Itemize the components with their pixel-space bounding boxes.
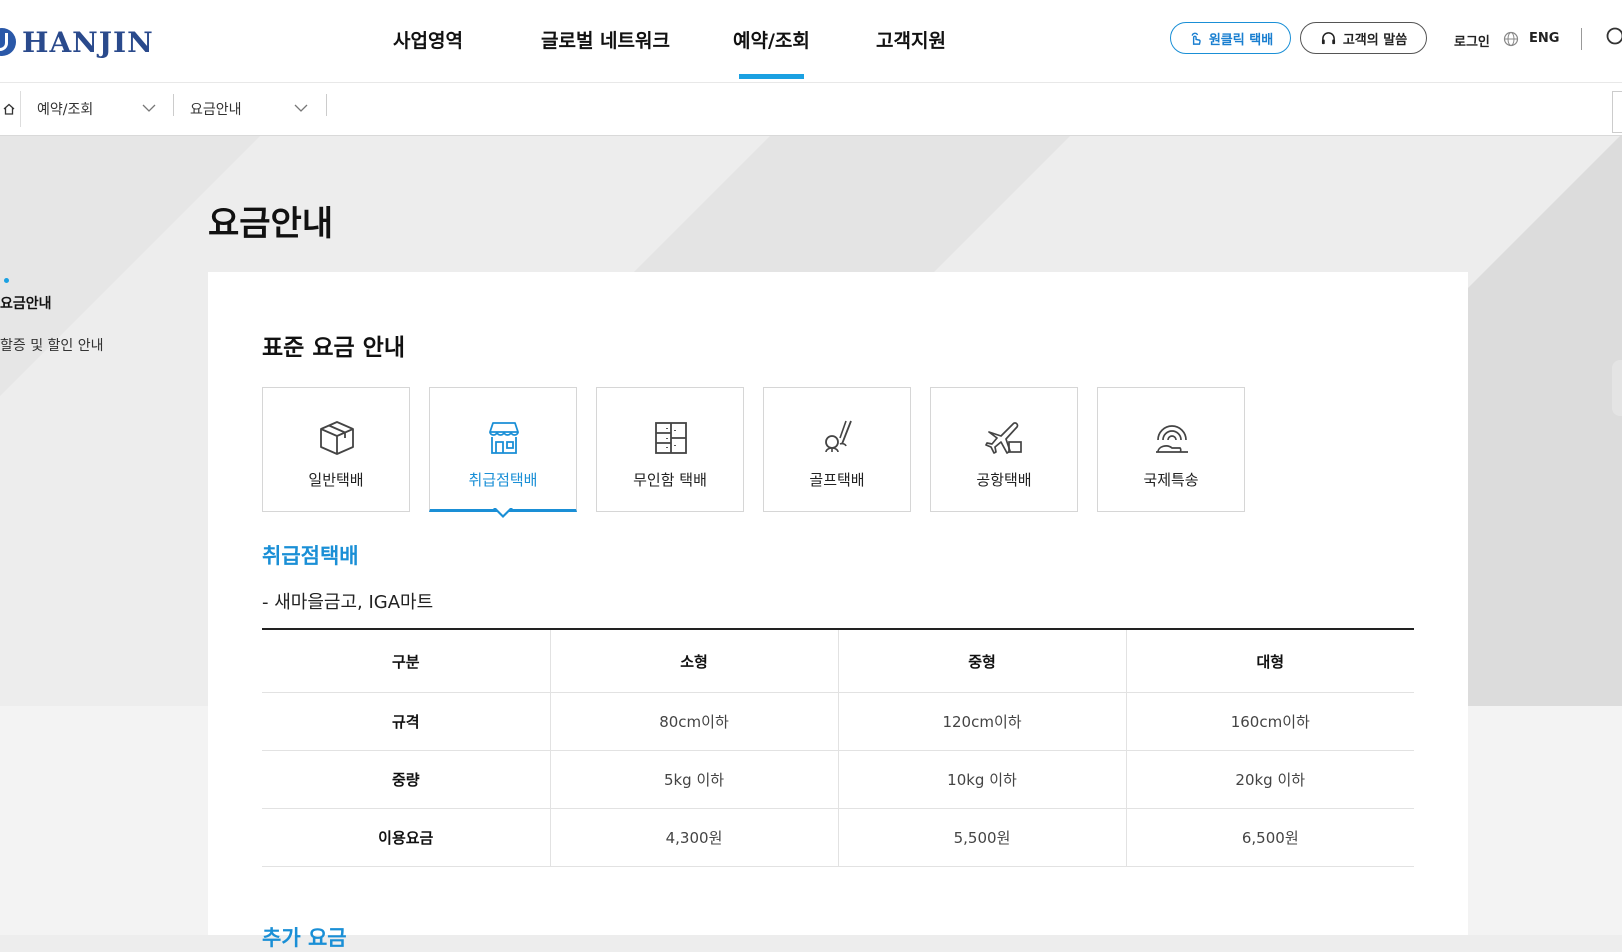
login-link[interactable]: 로그인 (1454, 31, 1490, 50)
tab-label: 일반택배 (263, 469, 409, 490)
table-cell: 20kg 이하 (1126, 751, 1414, 809)
header-divider (1581, 28, 1582, 50)
sub-description: - 새마을금고, IGA마트 (262, 588, 433, 614)
hanjin-logo[interactable]: HANJIN (0, 22, 154, 62)
box-icon (317, 418, 357, 458)
tab-label: 골프택배 (764, 469, 910, 490)
breadcrumb-item-reservation[interactable]: 예약/조회 (37, 83, 157, 135)
side-menu-item-fee[interactable]: 요금안내 (0, 293, 52, 313)
nav-support[interactable]: 고객지원 (876, 26, 946, 53)
table-header-row: 구분 소형 중형 대형 (262, 629, 1414, 693)
section-title: 표준 요금 안내 (262, 328, 405, 362)
table-header-cell: 소형 (550, 629, 838, 693)
content-card: 표준 요금 안내 일반택배 취급점택배 무인함 택배 골프택배 (208, 272, 1468, 935)
breadcrumb-item-fee[interactable]: 요금안내 (190, 83, 320, 135)
locker-icon (651, 418, 691, 458)
customer-voice-button[interactable]: 고객의 말씀 (1300, 22, 1427, 54)
nav-reservation[interactable]: 예약/조회 (733, 26, 810, 53)
globe-icon (1503, 31, 1519, 47)
tab-label: 무인함 택배 (597, 469, 743, 490)
table-cell: 6,500원 (1126, 809, 1414, 867)
breadcrumb: 예약/조회 요금안내 (0, 83, 1622, 136)
customer-voice-label: 고객의 말씀 (1343, 29, 1407, 48)
logo-text: HANJIN (22, 26, 154, 59)
chevron-down-icon (142, 103, 156, 113)
globe-hand-icon (1152, 418, 1192, 458)
tab-general-parcel[interactable]: 일반택배 (262, 387, 410, 512)
table-row: 규격 80cm이하 120cm이하 160cm이하 (262, 693, 1414, 751)
table-header-cell: 중형 (838, 629, 1126, 693)
tab-label: 국제특송 (1098, 469, 1244, 490)
nav-business[interactable]: 사업영역 (393, 26, 463, 53)
side-scroll-tab[interactable] (1612, 360, 1622, 416)
table-cell: 10kg 이하 (838, 751, 1126, 809)
table-row: 이용요금 4,300원 5,500원 6,500원 (262, 809, 1414, 867)
tab-locker-parcel[interactable]: 무인함 택배 (596, 387, 744, 512)
golf-icon (818, 418, 858, 458)
header: HANJIN 사업영역 글로벌 네트워크 예약/조회 고객지원 원클릭 택배 고… (0, 0, 1622, 83)
tab-store-parcel[interactable]: 취급점택배 (429, 387, 577, 512)
tab-airport-parcel[interactable]: 공항택배 (930, 387, 1078, 512)
table-header-cell: 대형 (1126, 629, 1414, 693)
breadcrumb-right-control[interactable] (1612, 91, 1622, 133)
breadcrumb-label: 예약/조회 (37, 99, 93, 119)
side-menu-active-dot (4, 278, 9, 283)
tab-golf-parcel[interactable]: 골프택배 (763, 387, 911, 512)
price-table: 구분 소형 중형 대형 규격 80cm이하 120cm이하 160cm이하 중량… (262, 628, 1414, 867)
table-row: 중량 5kg 이하 10kg 이하 20kg 이하 (262, 751, 1414, 809)
next-section-title: 추가 요금 (262, 922, 347, 952)
table-cell: 4,300원 (550, 809, 838, 867)
chevron-down-icon (294, 103, 308, 113)
hand-pointer-icon (1188, 31, 1203, 46)
row-label: 중량 (262, 751, 550, 809)
page-title: 요금안내 (208, 196, 333, 245)
language-link[interactable]: ENG (1529, 31, 1559, 46)
table-cell: 160cm이하 (1126, 693, 1414, 751)
sub-title: 취급점택배 (262, 540, 359, 570)
table-cell: 80cm이하 (550, 693, 838, 751)
tab-label: 취급점택배 (430, 469, 576, 490)
breadcrumb-separator (326, 94, 327, 116)
search-icon[interactable] (1605, 26, 1622, 48)
nav-global-network[interactable]: 글로벌 네트워크 (541, 26, 670, 53)
oneclick-label: 원클릭 택배 (1209, 29, 1273, 48)
breadcrumb-label: 요금안내 (190, 99, 242, 119)
home-button[interactable] (0, 91, 21, 127)
store-icon (484, 418, 524, 458)
tab-international-express[interactable]: 국제특송 (1097, 387, 1245, 512)
home-icon (3, 103, 15, 115)
breadcrumb-separator (173, 94, 174, 116)
table-header-cell: 구분 (262, 629, 550, 693)
row-label: 규격 (262, 693, 550, 751)
row-label: 이용요금 (262, 809, 550, 867)
airplane-icon (985, 418, 1025, 458)
tab-label: 공항택배 (931, 469, 1077, 490)
oneclick-parcel-button[interactable]: 원클릭 택배 (1170, 22, 1291, 54)
table-cell: 120cm이하 (838, 693, 1126, 751)
table-cell: 5,500원 (838, 809, 1126, 867)
side-menu-item-surcharge[interactable]: 할증 및 할인 안내 (0, 335, 104, 355)
headset-icon (1320, 31, 1337, 46)
table-cell: 5kg 이하 (550, 751, 838, 809)
logo-mark-icon (0, 28, 16, 56)
